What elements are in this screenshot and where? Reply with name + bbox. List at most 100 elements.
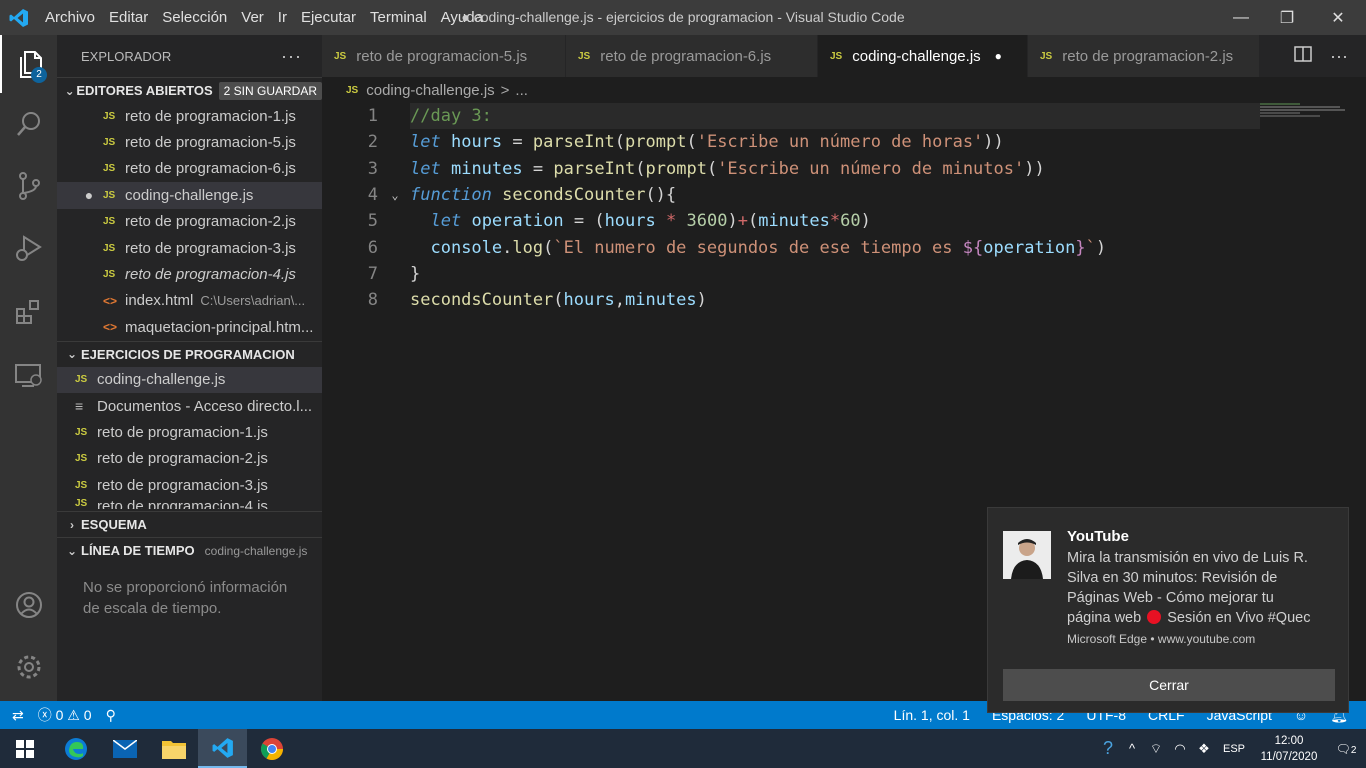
chrome-icon[interactable]	[247, 729, 296, 768]
menu-ver[interactable]: Ver	[234, 0, 271, 35]
vscode-taskbar-icon[interactable]	[198, 729, 247, 768]
open-editor-item[interactable]: JS reto de programacion-5.js	[57, 129, 322, 155]
code-line[interactable]: 1 //day 3:	[322, 103, 1362, 129]
code-line[interactable]: 8 secondsCounter(hours,minutes)	[322, 287, 1362, 313]
file-tree-item-selected[interactable]: JS coding-challenge.js	[57, 366, 322, 393]
folder-header[interactable]: ⌄ EJERCICIOS DE PROGRAMACION	[57, 340, 322, 367]
close-button[interactable]: ✕	[1310, 0, 1366, 35]
js-file-icon: JS	[103, 137, 116, 149]
edge-icon[interactable]	[51, 729, 100, 768]
title-bar: Archivo Editar Selección Ver Ir Ejecutar…	[0, 0, 1366, 35]
code-line[interactable]: 5 let operation = (hours * 3600)+(minute…	[322, 208, 1362, 234]
split-editor-icon[interactable]	[1294, 45, 1312, 67]
tab-label: reto de programacion-6.js	[600, 47, 772, 65]
code-text: let minutes = parseInt(prompt('Escribe u…	[410, 158, 1045, 179]
outline-header[interactable]: › ESQUEMA	[57, 511, 322, 537]
start-button[interactable]	[0, 729, 49, 768]
tab-label: reto de programacion-5.js	[356, 47, 528, 65]
tab-reto-6[interactable]: JS reto de programacion-6.js	[566, 35, 818, 77]
open-editors-header[interactable]: ⌄ EDITORES ABIERTOS 2 SIN GUARDAR	[57, 77, 322, 103]
settings-gear-icon[interactable]	[0, 638, 57, 696]
restore-button[interactable]: ❐	[1264, 0, 1310, 35]
network-icon[interactable]: ⌔	[1144, 741, 1168, 757]
clock[interactable]: 12:00 11/07/2020	[1252, 733, 1326, 765]
js-file-icon: JS	[578, 50, 591, 62]
code-line[interactable]: 3 let minutes = parseInt(prompt('Escribe…	[322, 156, 1362, 182]
red-circle-icon	[1147, 610, 1162, 624]
run-debug-icon[interactable]	[0, 219, 57, 277]
tab-reto-2[interactable]: JS reto de programacion-2.js	[1028, 35, 1260, 77]
system-tray: ? ^ ⌔ ◠ ❖ ESP 12:00 11/07/2020 🗨︎2	[1096, 729, 1366, 768]
remote-explorer-icon[interactable]	[0, 347, 57, 405]
file-tree-item[interactable]: ≡ Documentos - Acceso directo.l...	[57, 393, 322, 419]
open-editor-item-active[interactable]: ● JS coding-challenge.js	[57, 182, 322, 209]
file-tree-item[interactable]: JS reto de programacion-3.js	[57, 472, 322, 498]
youtube-notification[interactable]: YouTube Mira la transmisión en vivo de L…	[987, 507, 1349, 713]
extensions-icon[interactable]	[0, 283, 57, 341]
modified-dot-icon[interactable]: ●	[995, 49, 1002, 63]
notification-count: 2	[1350, 744, 1357, 756]
file-tree-item[interactable]: JS reto de programacion-1.js	[57, 419, 322, 445]
code-line[interactable]: 6 console.log(`El numero de segundos de …	[322, 235, 1362, 261]
vscode-logo-icon	[0, 0, 38, 35]
menu-terminal[interactable]: Terminal	[363, 0, 434, 35]
search-icon[interactable]	[0, 95, 57, 153]
mail-icon[interactable]	[100, 729, 149, 768]
open-editor-item[interactable]: JS reto de programacion-3.js	[57, 235, 322, 261]
close-notification-button[interactable]: Cerrar	[1003, 669, 1335, 701]
open-editor-item[interactable]: JS reto de programacion-4.js	[57, 261, 322, 287]
minimize-button[interactable]: —	[1218, 0, 1264, 35]
code-line[interactable]: 2 let hours = parseInt(prompt('Escribe u…	[322, 129, 1362, 155]
breadcrumb-file[interactable]: coding-challenge.js	[366, 82, 494, 99]
timeline-file: coding-challenge.js	[204, 543, 308, 558]
menu-ir[interactable]: Ir	[271, 0, 294, 35]
menu-editar[interactable]: Editar	[102, 0, 155, 35]
open-editor-item[interactable]: <> maquetacion-principal.htm...	[57, 314, 322, 340]
accounts-icon[interactable]	[0, 576, 57, 634]
tab-coding-challenge[interactable]: JS coding-challenge.js ●	[818, 35, 1028, 77]
breadcrumb-symbols[interactable]: ...	[515, 82, 528, 99]
wifi-icon[interactable]: ◠	[1168, 741, 1192, 757]
menu-ejecutar[interactable]: Ejecutar	[294, 0, 363, 35]
clock-date: 11/07/2020	[1260, 750, 1318, 763]
explorer-header: EXPLORADOR ···	[57, 35, 322, 77]
code-text: let hours = parseInt(prompt('Escribe un …	[410, 132, 1004, 153]
language-indicator[interactable]: ESP	[1216, 743, 1252, 755]
file-tree-item[interactable]: JS reto de programacion-2.js	[57, 446, 322, 472]
open-editor-item[interactable]: JS reto de programacion-1.js	[57, 103, 322, 129]
more-actions-icon[interactable]: ···	[1330, 46, 1348, 67]
source-control-icon[interactable]	[0, 157, 57, 215]
code-line[interactable]: 7 }	[322, 261, 1362, 287]
notification-center-icon[interactable]: 🗨︎2	[1326, 742, 1366, 756]
menu-archivo[interactable]: Archivo	[38, 0, 102, 35]
line-number: 6	[367, 237, 378, 258]
file-explorer-icon[interactable]	[149, 729, 198, 768]
chevron-down-icon: ⌄	[66, 347, 78, 362]
minimap[interactable]	[1260, 103, 1350, 123]
more-actions-button[interactable]: ···	[281, 46, 302, 67]
code-line[interactable]: 4 ⌄ function secondsCounter(){	[322, 182, 1362, 208]
problems-indicator[interactable]: ⓧ 0 ⚠ 0	[38, 705, 92, 725]
timeline-header[interactable]: ⌄ LÍNEA DE TIEMPO coding-challenge.js	[57, 537, 322, 563]
open-editor-item[interactable]: <> index.html C:\Users\adrian\...	[57, 288, 322, 314]
file-tree-item[interactable]: JS reto de programacion-4.js	[57, 498, 322, 509]
live-share-icon[interactable]: ⚲	[106, 707, 116, 724]
explorer-title: EXPLORADOR	[81, 48, 172, 64]
fold-chevron-icon[interactable]: ⌄	[380, 188, 410, 202]
open-editor-item[interactable]: JS reto de programacion-6.js	[57, 156, 322, 182]
tab-reto-5[interactable]: JS reto de programacion-5.js	[322, 35, 566, 77]
js-file-icon: JS	[103, 110, 116, 122]
modified-dot-icon[interactable]: ●	[79, 187, 99, 203]
menu-ayuda[interactable]: Ayuda	[434, 0, 490, 35]
dropbox-icon[interactable]: ❖	[1192, 741, 1216, 757]
help-icon[interactable]: ?	[1096, 738, 1120, 759]
js-file-icon: JS	[75, 479, 88, 491]
open-editor-item[interactable]: JS reto de programacion-2.js	[57, 209, 322, 235]
explorer-icon[interactable]: 2	[0, 35, 57, 93]
cursor-position[interactable]: Lín. 1, col. 1	[894, 707, 970, 723]
chevron-up-icon[interactable]: ^	[1120, 741, 1144, 756]
clock-time: 12:00	[1274, 734, 1304, 747]
remote-icon[interactable]: ⇄	[12, 707, 24, 724]
line-number: 5	[367, 211, 378, 232]
menu-seleccion[interactable]: Selección	[155, 0, 234, 35]
